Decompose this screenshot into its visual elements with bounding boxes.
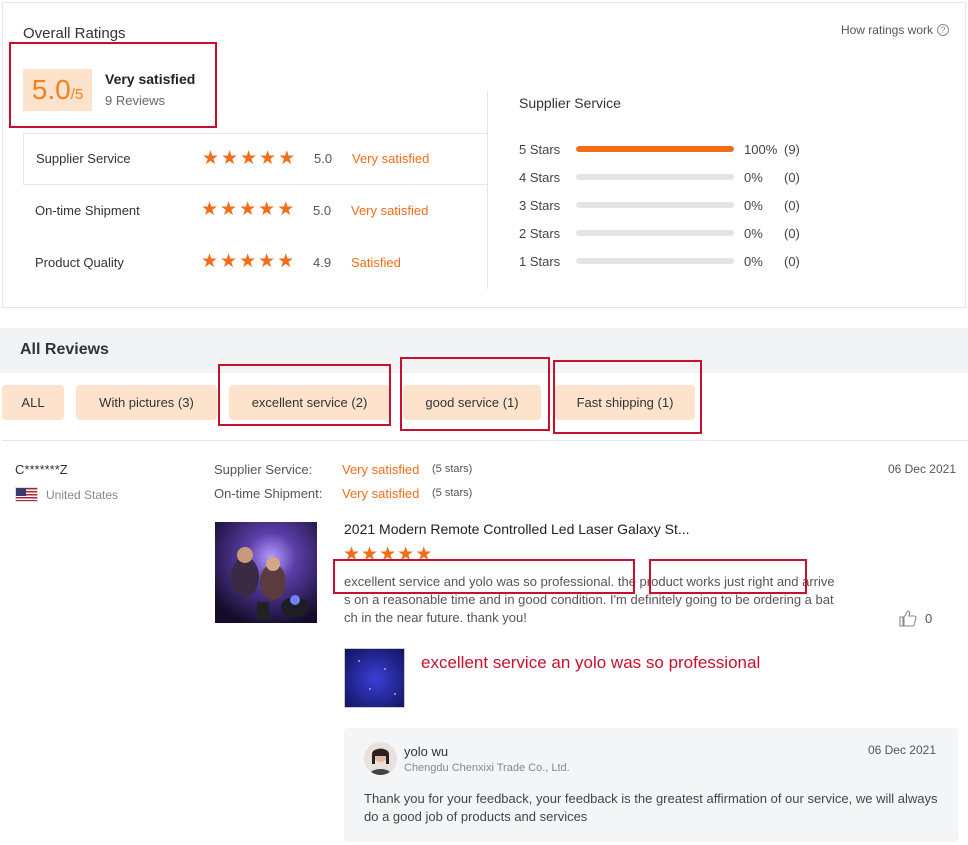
reply-author: yolo wu (404, 744, 449, 759)
highlight-box (649, 559, 807, 594)
avatar (364, 742, 397, 775)
product-image[interactable] (215, 522, 317, 623)
meta-value: Very satisfied (342, 486, 420, 501)
star-bar-count: (0) (784, 197, 800, 213)
star-bar-label: 3 Stars (519, 197, 561, 213)
star-icon: ★ (201, 251, 219, 272)
category-score: 4.9 (313, 254, 332, 270)
category-score: 5.0 (313, 202, 332, 218)
category-label: Very satisfied (351, 202, 429, 218)
star-icon: ★ (259, 147, 277, 169)
thumbs-up-icon[interactable] (899, 610, 917, 627)
star-bar-track (576, 146, 734, 152)
star-bar-percent: 0% (744, 197, 763, 213)
product-title[interactable]: 2021 Modern Remote Controlled Led Laser … (344, 521, 690, 537)
reviewer-name: C*******Z (15, 462, 68, 477)
star-bar-label: 5 Stars (519, 141, 561, 157)
highlight-box (218, 364, 391, 426)
supplier-reply: yolo wu Chengdu Chenxixi Trade Co., Ltd.… (344, 728, 958, 842)
review-on-time-shipment: On-time Shipment: Very satisfied (5 star… (214, 486, 472, 501)
highlight-box (9, 42, 217, 128)
star-icon: ★ (221, 147, 239, 169)
star-bar-row: 5 Stars 100% (9) (519, 140, 819, 158)
star-bar-row: 1 Stars 0% (0) (519, 252, 819, 270)
category-label: Very satisfied (352, 151, 430, 166)
highlight-box (553, 360, 702, 434)
star-icon: ★ (278, 147, 296, 169)
category-row-on-time-shipment: On-time Shipment ★ ★ ★ ★ ★ 5.0 Very satisfie… (23, 184, 488, 236)
star-icon: ★ (239, 251, 257, 272)
star-icon: ★ (201, 199, 219, 220)
divider (2, 440, 968, 441)
star-icon: ★ (239, 199, 257, 220)
star-bar-label: 2 Stars (519, 225, 561, 241)
category-row-supplier-service: Supplier Service ★ ★ ★ ★ ★ 5.0 Very satisfie… (23, 133, 488, 185)
category-name: Supplier Service (36, 151, 131, 166)
meta-key: On-time Shipment: (214, 486, 323, 501)
reply-text: Thank you for your feedback, your feedba… (364, 791, 938, 824)
star-rating: ★ ★ ★ ★ ★ (202, 147, 314, 169)
category-name: Product Quality (35, 254, 124, 270)
filter-with-pictures[interactable]: With pictures (3) (76, 385, 217, 420)
review-supplier-service: Supplier Service: Very satisfied (5 star… (214, 462, 472, 477)
star-icon: ★ (277, 199, 295, 220)
star-bar-fill (576, 146, 734, 152)
like-count: 0 (925, 611, 933, 626)
star-bar-row: 3 Stars 0% (0) (519, 196, 819, 214)
highlight-box (400, 357, 550, 431)
star-icon: ★ (220, 251, 238, 272)
star-icon: ★ (258, 251, 276, 272)
star-bar-count: (0) (784, 253, 800, 269)
annotation-text: excellent service an yolo was so profess… (421, 653, 761, 672)
all-reviews-title: All Reviews (20, 341, 109, 358)
star-icon: ★ (220, 199, 238, 220)
highlight-box (333, 559, 635, 594)
star-bar-track (576, 202, 734, 208)
star-icon: ★ (240, 147, 258, 169)
reply-date: 06 Dec 2021 (867, 743, 936, 757)
category-name: On-time Shipment (35, 202, 140, 218)
category-score: 5.0 (314, 151, 333, 166)
star-bar-count: (0) (784, 169, 800, 185)
meta-value: Very satisfied (342, 462, 420, 477)
star-icon: ★ (277, 251, 295, 272)
meta-key: Supplier Service: (214, 462, 313, 477)
star-bar-percent: 0% (744, 169, 763, 185)
star-bar-percent: 100% (744, 141, 778, 157)
star-rating: ★ ★ ★ ★ ★ (201, 200, 313, 220)
star-icon: ★ (258, 199, 276, 220)
reply-company: Chengdu Chenxixi Trade Co., Ltd. (404, 762, 570, 774)
how-ratings-label[interactable]: How ratings work (841, 23, 933, 37)
filter-all[interactable]: ALL (2, 385, 64, 420)
us-flag-icon (15, 487, 38, 502)
star-bar-count: (0) (784, 225, 800, 241)
star-bar-percent: 0% (744, 253, 763, 269)
supplier-service-breakdown-title: Supplier Service (519, 95, 621, 111)
review-photo[interactable] (344, 648, 405, 708)
star-bar-count: (9) (784, 141, 800, 157)
star-bar-label: 1 Stars (519, 253, 561, 269)
star-icon: ★ (202, 147, 220, 169)
star-bar-row: 2 Stars 0% (0) (519, 224, 819, 242)
like-button[interactable]: 0 (899, 610, 932, 627)
reviewer-country: United States (46, 488, 119, 502)
meta-stars: (5 stars) (432, 463, 473, 475)
meta-stars: (5 stars) (432, 487, 473, 499)
star-bar-track (576, 230, 734, 236)
how-ratings-link[interactable]: How ratings work ? (841, 23, 949, 37)
star-bar-row: 4 Stars 0% (0) (519, 168, 819, 186)
star-bar-track (576, 174, 734, 180)
star-bar-label: 4 Stars (519, 169, 561, 185)
review-date: 06 Dec 2021 (887, 462, 956, 476)
category-label: Satisfied (351, 254, 401, 270)
question-icon[interactable]: ? (937, 24, 949, 36)
category-row-product-quality: Product Quality ★ ★ ★ ★ ★ 4.9 Satisfied (23, 236, 488, 288)
star-bar-percent: 0% (744, 225, 763, 241)
overall-ratings-title: Overall Ratings (23, 25, 126, 42)
star-bar-track (576, 258, 734, 264)
star-rating: ★ ★ ★ ★ ★ (201, 252, 313, 272)
